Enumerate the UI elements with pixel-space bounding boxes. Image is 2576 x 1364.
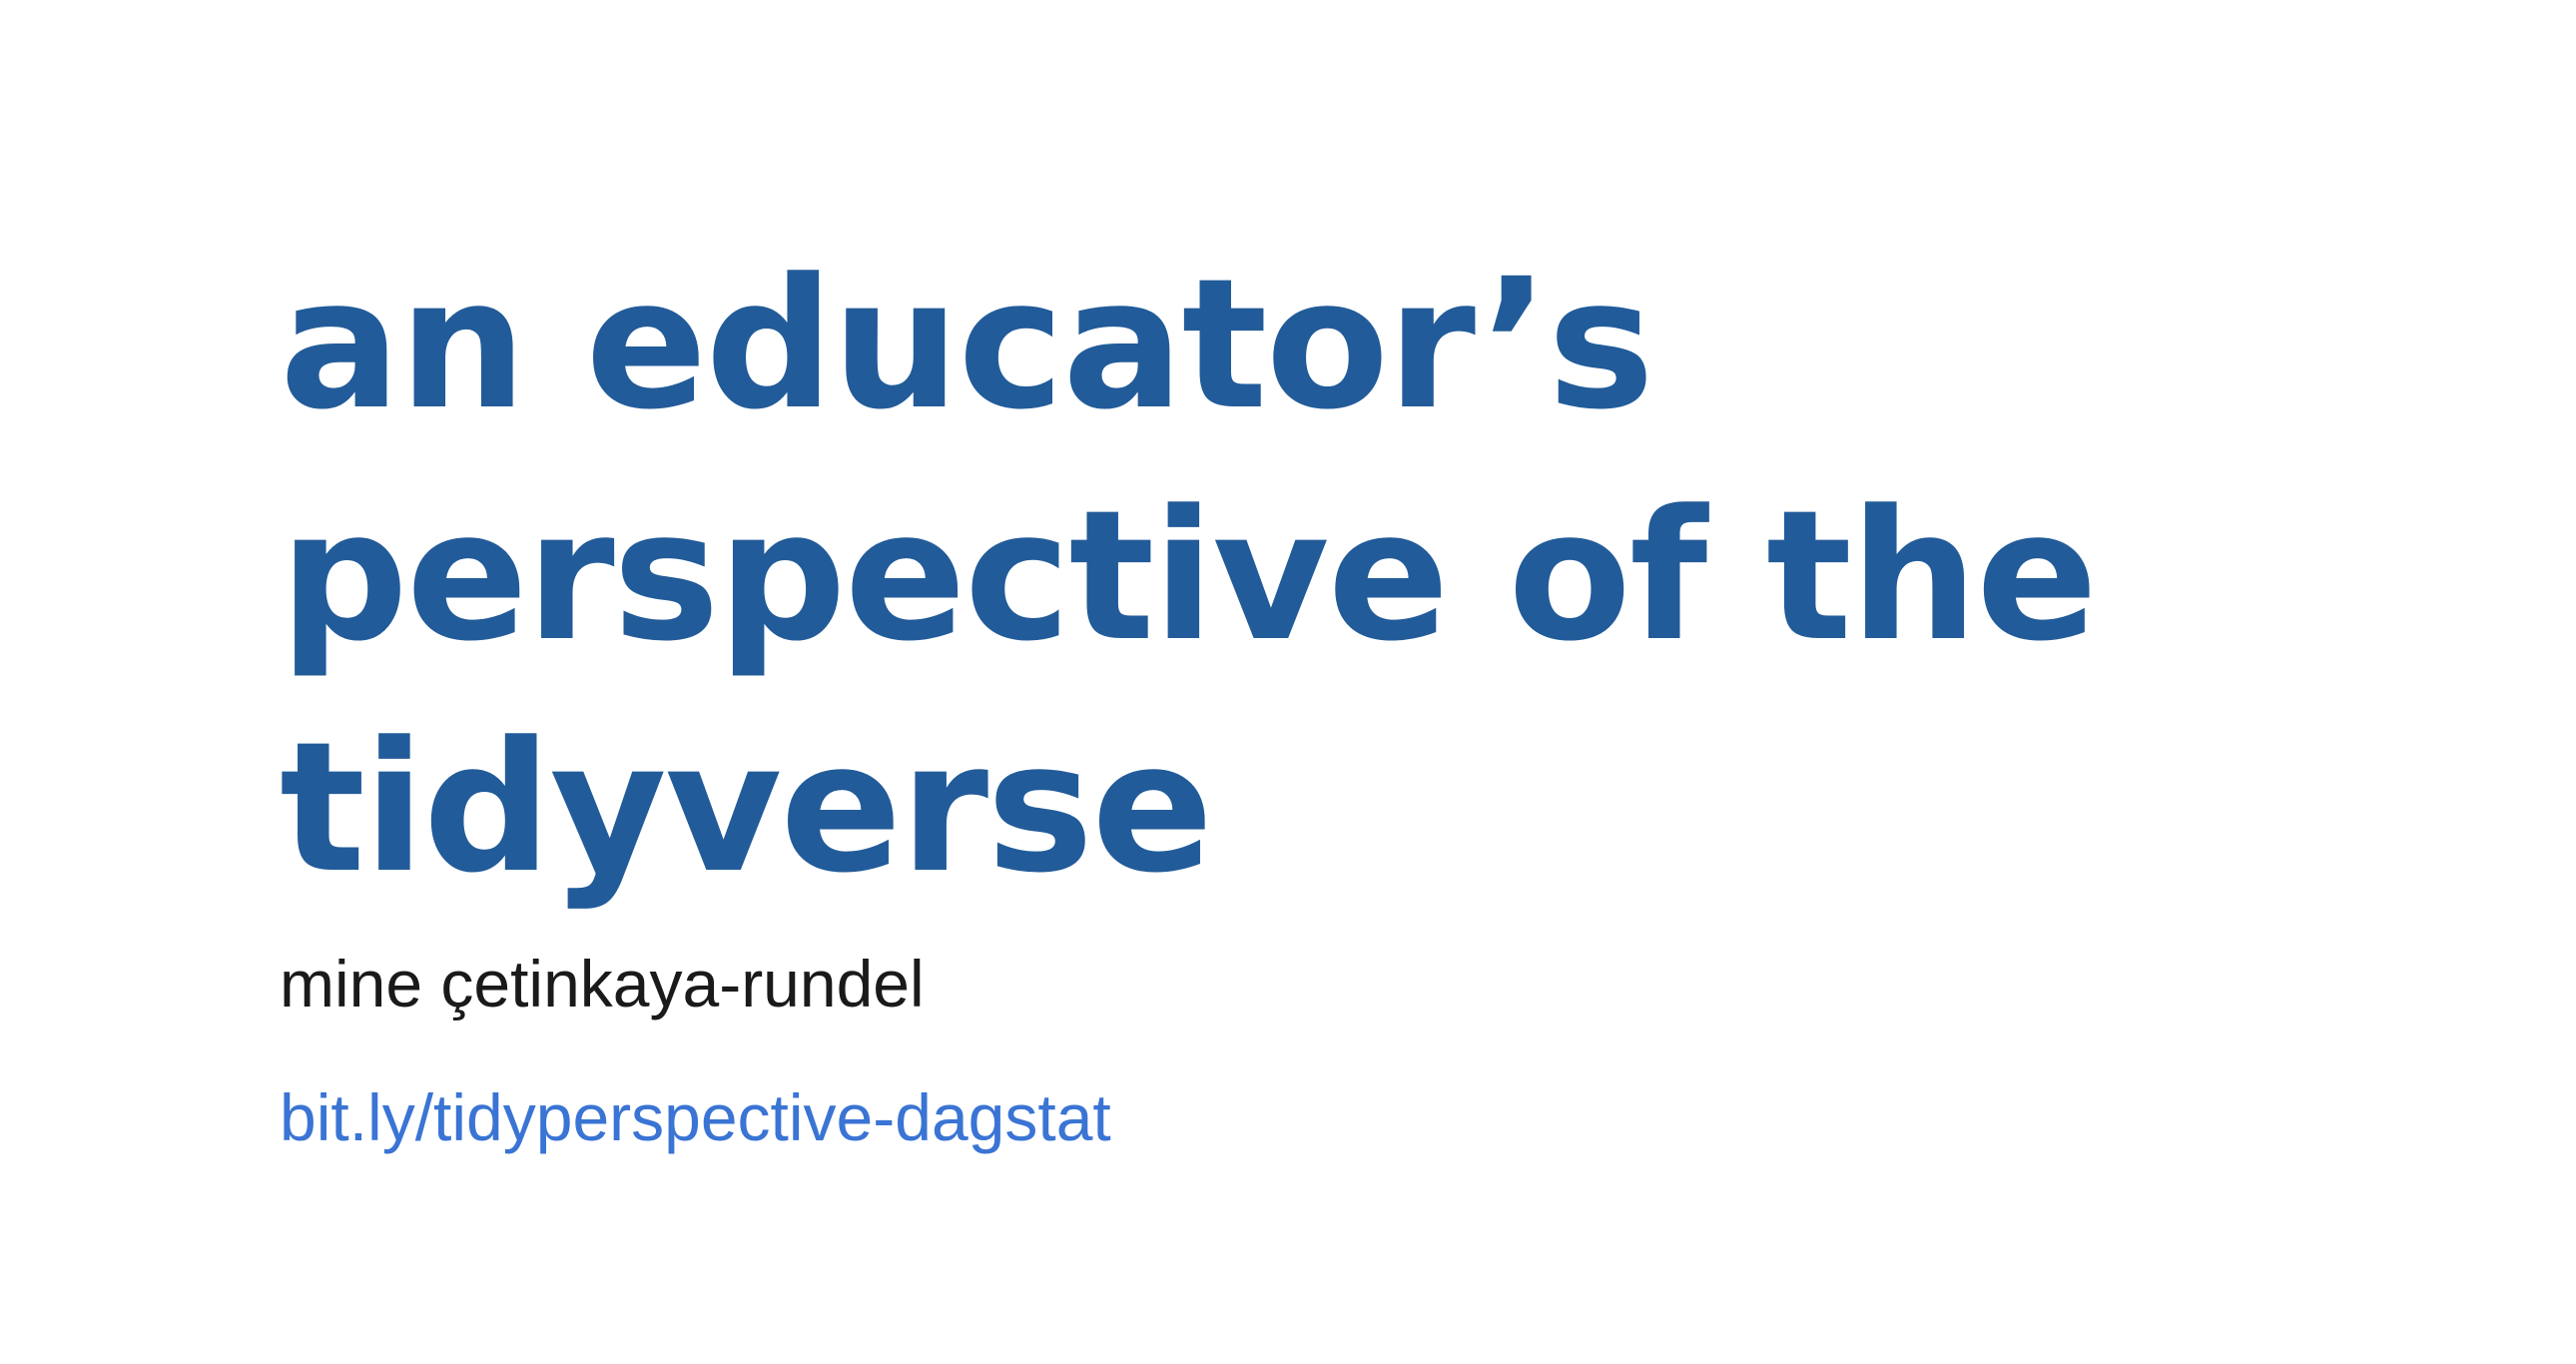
slides-link[interactable]: bit.ly/tidyperspective-dagstat: [280, 1072, 1111, 1162]
title-slide: an educator’s perspective of the tidyver…: [0, 0, 2576, 1364]
slide-title-line-2: perspective of the: [280, 472, 2098, 681]
slide-title-line-3: tidyverse: [280, 704, 1213, 913]
author-name: mine çetinkaya-rundel: [280, 947, 925, 1021]
slide-title: an educator’s perspective of the tidyver…: [280, 230, 2376, 925]
slide-title-line-1: an educator’s: [280, 241, 1654, 449]
